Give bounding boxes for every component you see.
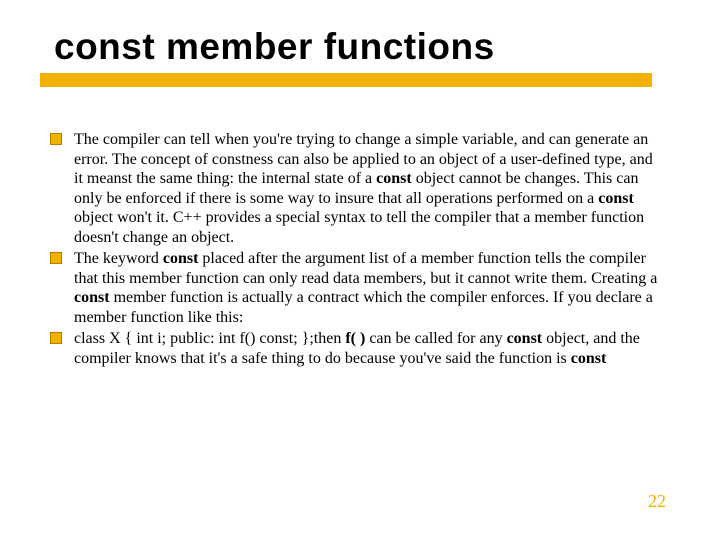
title-underline <box>40 73 652 87</box>
list-item: The keyword const placed after the argum… <box>44 249 660 327</box>
slide: const member functions The compiler can … <box>0 0 720 540</box>
title-block: const member functions <box>54 28 680 87</box>
list-item: class X { int i; public: int f() const; … <box>44 329 660 368</box>
slide-body: The compiler can tell when you're trying… <box>44 130 660 370</box>
page-number: 22 <box>648 491 666 512</box>
list-item: The compiler can tell when you're trying… <box>44 130 660 247</box>
slide-title: const member functions <box>54 28 680 67</box>
bullet-list: The compiler can tell when you're trying… <box>44 130 660 368</box>
